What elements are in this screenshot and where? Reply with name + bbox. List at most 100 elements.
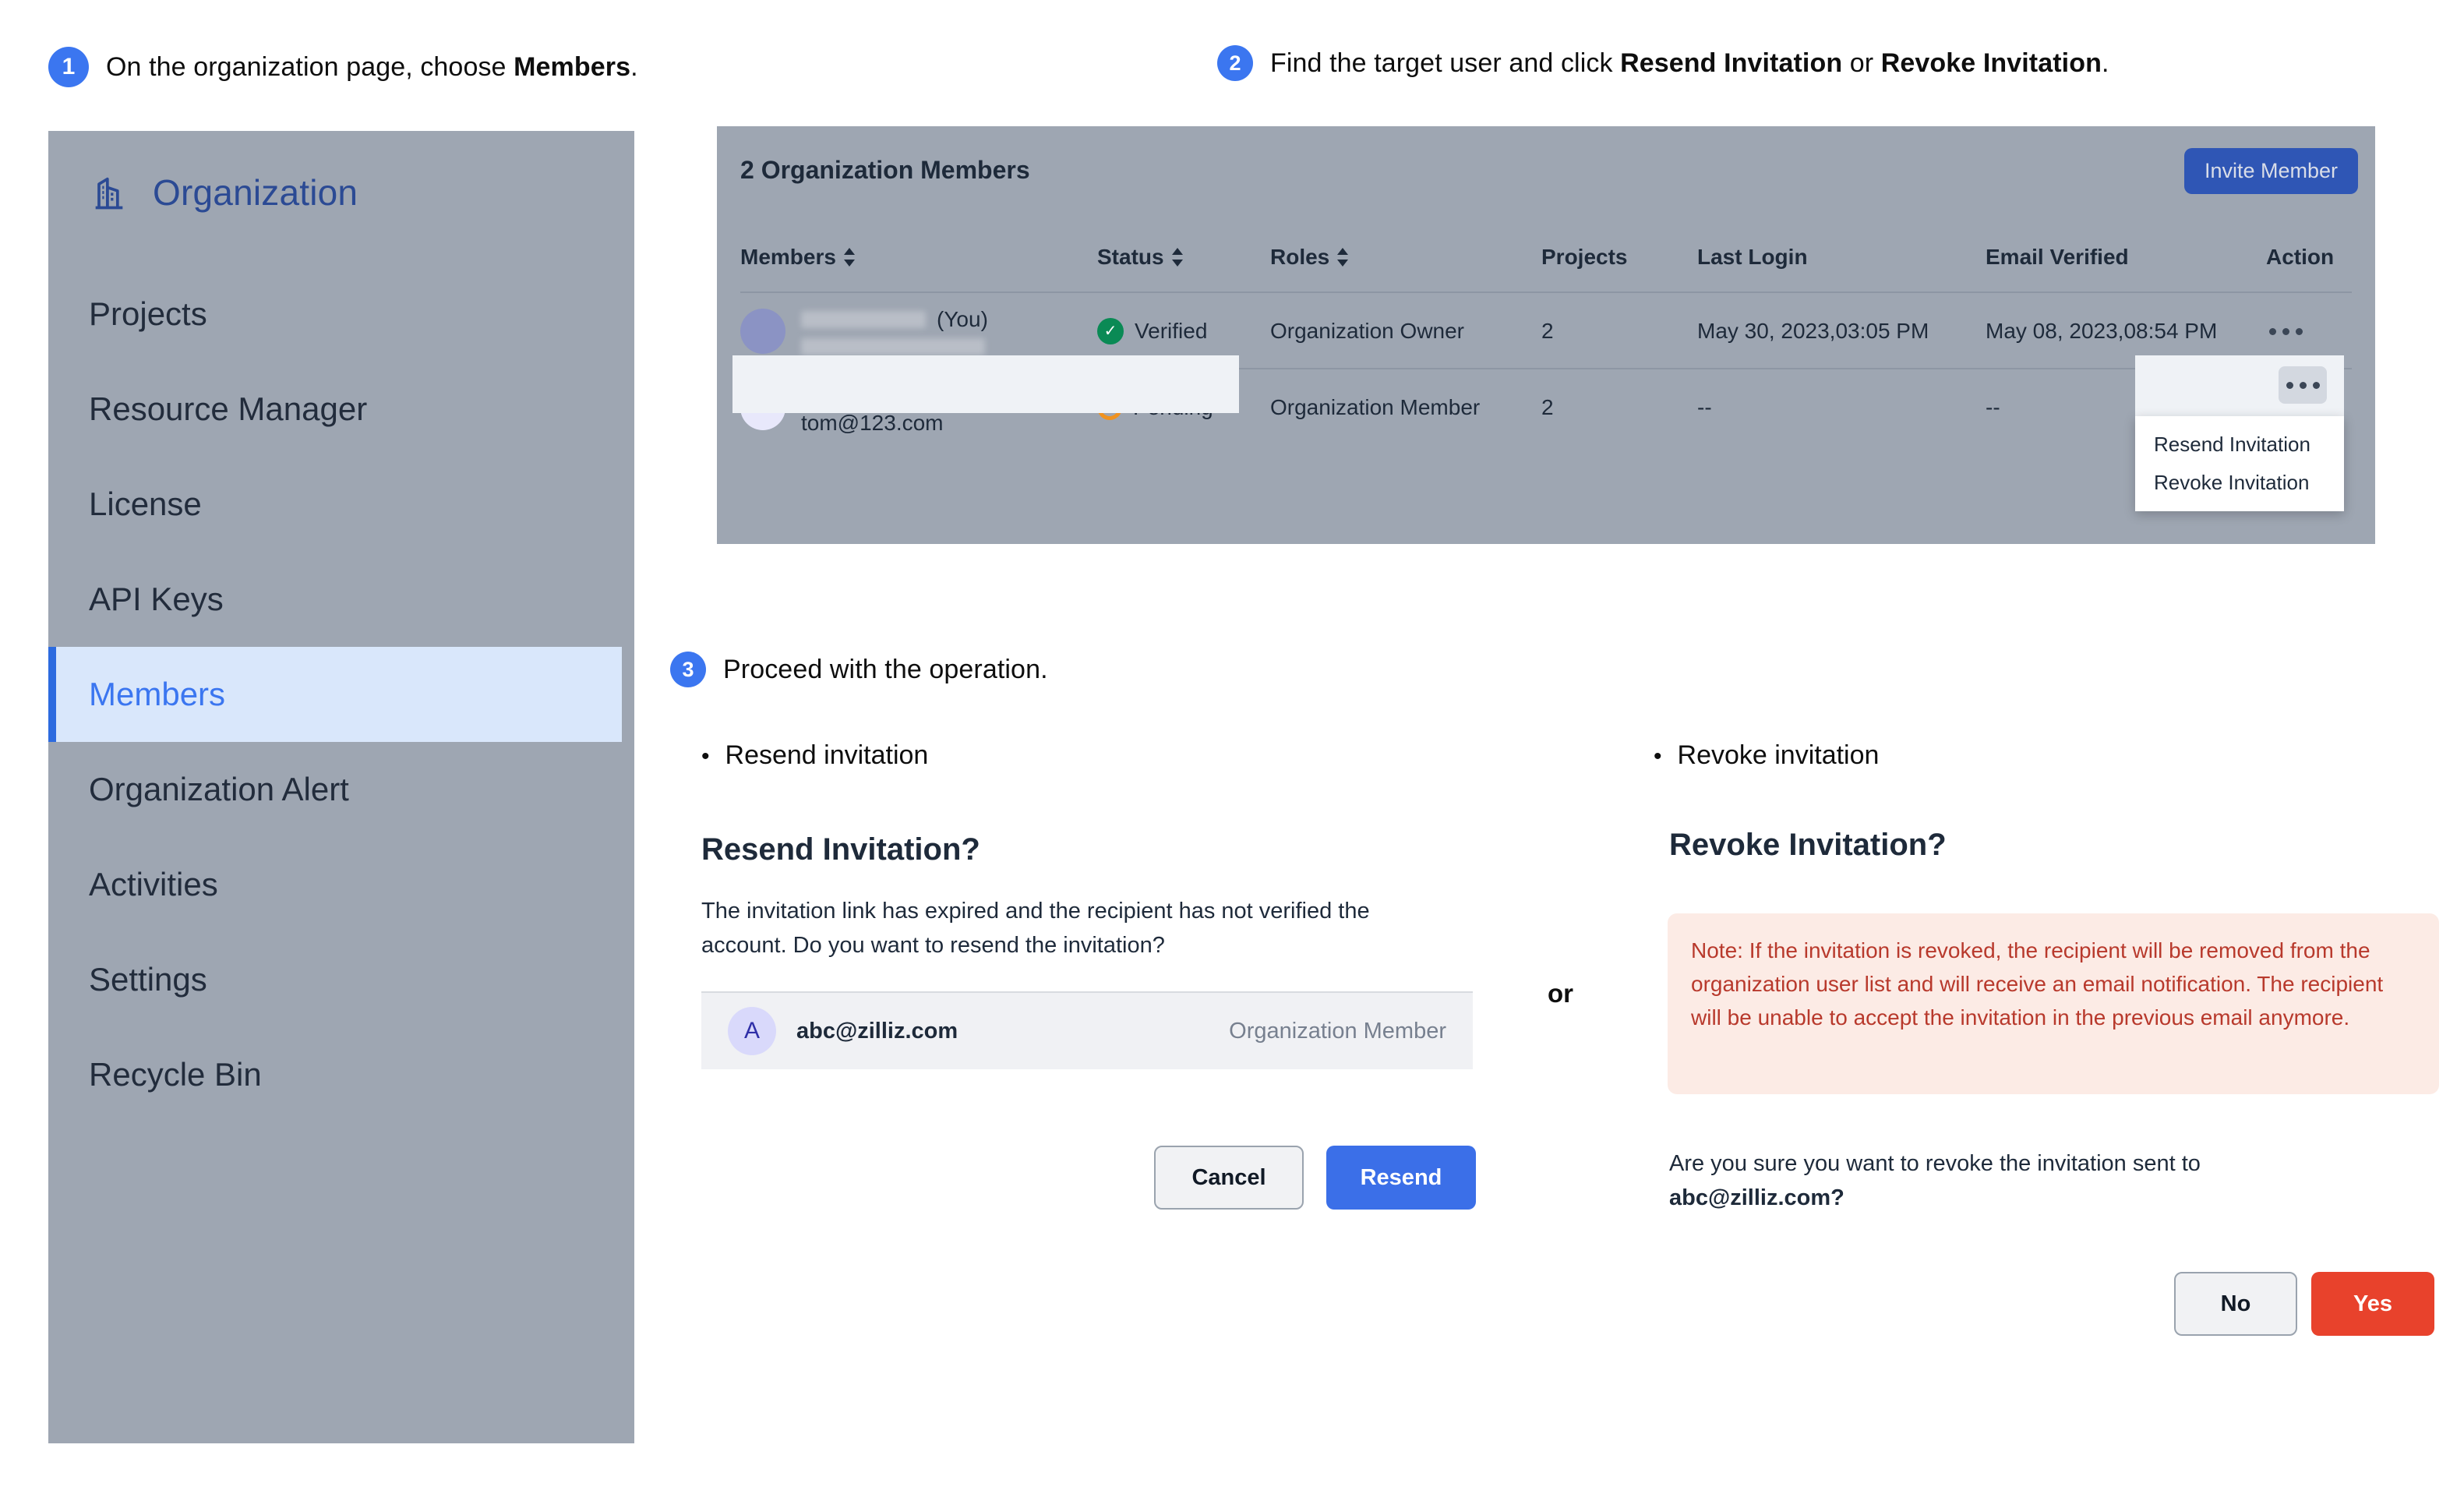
member-name: -- [801, 380, 816, 404]
status-label: Verified [1135, 319, 1208, 343]
revoke-question-line1: Are you sure you want to revoke the invi… [1669, 1151, 2201, 1176]
table-row[interactable]: (You) ✓ Verified Organization Owner 2 Ma… [740, 291, 2352, 368]
pending-spinner-icon [1092, 390, 1128, 426]
page-root: 1 On the organization page, choose Membe… [0, 0, 2464, 1494]
step-1-text-before: On the organization page, choose [106, 51, 514, 82]
blurred-name [801, 311, 926, 328]
revoke-warning-note: Note: If the invitation is revoked, the … [1668, 913, 2439, 1094]
sort-icon-members[interactable] [843, 245, 855, 269]
sidebar-item-recycle-bin[interactable]: Recycle Bin [48, 1027, 634, 1122]
organization-sidebar: Organization Projects Resource Manager L… [48, 131, 634, 1443]
or-separator: or [1548, 979, 1573, 1008]
sidebar-item-settings[interactable]: Settings [48, 932, 634, 1027]
column-header-projects: Projects [1541, 245, 1628, 269]
column-header-members[interactable]: Members [740, 245, 855, 270]
menu-item-resend-invitation[interactable]: Resend Invitation [2135, 426, 2344, 464]
step-2-badge: 2 [1217, 45, 1253, 81]
member-identity: -- tom@123.com [801, 380, 944, 436]
email-verified-cell: -- [1986, 395, 2000, 419]
bullet-revoke-invitation: • Revoke invitation [1654, 740, 1879, 771]
sort-icon-status[interactable] [1171, 245, 1183, 269]
step-1-text-after: . [630, 51, 638, 82]
more-options-icon[interactable] [2261, 313, 2310, 350]
projects-cell: 2 [1541, 395, 1554, 419]
sidebar-item-organization-alert[interactable]: Organization Alert [48, 742, 634, 837]
step-2-bold-resend: Resend Invitation [1620, 48, 1843, 78]
row-actions-dropdown: Resend Invitation Revoke Invitation [2135, 416, 2344, 511]
last-login-cell: May 30, 2023,03:05 PM [1697, 319, 1929, 343]
member-email: tom@123.com [801, 411, 944, 435]
bullet-resend-label: Resend invitation [725, 740, 929, 770]
check-circle-icon: ✓ [1097, 318, 1124, 344]
bullet-revoke-label: Revoke invitation [1677, 740, 1880, 770]
resend-dialog-body: The invitation link has expired and the … [701, 899, 1370, 958]
revoke-question: Are you sure you want to revoke the invi… [1669, 1147, 2441, 1215]
blurred-email [801, 338, 985, 355]
sidebar-item-activities[interactable]: Activities [48, 837, 634, 932]
member-name-row: (You) [801, 307, 988, 332]
table-row[interactable]: - -- tom@123.com Pending Organization Me… [740, 368, 2352, 444]
step-3-badge: 3 [670, 652, 706, 687]
sidebar-nav: Projects Resource Manager License API Ke… [48, 267, 634, 1122]
building-icon [89, 172, 129, 213]
sidebar-item-members[interactable]: Members [48, 647, 622, 742]
avatar: A [728, 1007, 776, 1055]
status-cell-pending: Pending [1092, 369, 1213, 446]
step-2-text-before: Find the target user and click [1270, 48, 1621, 78]
resend-button[interactable]: Resend [1326, 1146, 1476, 1210]
members-count-title: 2 Organization Members [740, 156, 1030, 184]
sidebar-item-projects[interactable]: Projects [48, 267, 634, 362]
step-1-bold: Members [514, 51, 631, 82]
step-2-text: Find the target user and click Resend In… [1270, 48, 2109, 79]
more-options-icon[interactable] [2279, 366, 2327, 404]
revoke-question-email: abc@zilliz.com? [1669, 1185, 1844, 1210]
you-tag: (You) [937, 307, 988, 331]
cancel-button[interactable]: Cancel [1154, 1146, 1304, 1210]
column-label-roles: Roles [1270, 245, 1330, 269]
sort-icon-roles[interactable] [1337, 245, 1349, 269]
member-cell-pending: - -- tom@123.com [740, 369, 944, 446]
sidebar-title: Organization [153, 172, 358, 213]
no-button[interactable]: No [2174, 1272, 2297, 1336]
member-identity: (You) [801, 307, 988, 355]
status-badge: ✓ Verified [1097, 318, 1207, 344]
sidebar-item-resource-manager[interactable]: Resource Manager [48, 362, 634, 457]
column-header-last-login: Last Login [1697, 245, 1808, 269]
step-1-text: On the organization page, choose Members… [106, 52, 638, 83]
column-label-status: Status [1097, 245, 1164, 269]
invite-member-button[interactable]: Invite Member [2183, 148, 2358, 194]
column-label-members: Members [740, 245, 836, 269]
sidebar-item-license[interactable]: License [48, 457, 634, 552]
sidebar-item-api-keys[interactable]: API Keys [48, 552, 634, 647]
members-table-panel: 2 Organization Members Invite Member Mem… [717, 126, 2375, 544]
sidebar-header: Organization [48, 131, 634, 214]
member-cell-owner: (You) [740, 293, 988, 369]
step-2-text-middle: or [1842, 48, 1881, 78]
step-2-header: 2 Find the target user and click Resend … [1217, 45, 2109, 81]
status-label: Pending [1133, 395, 1213, 419]
avatar: - [740, 385, 785, 430]
yes-button[interactable]: Yes [2311, 1272, 2434, 1336]
step-1-header: 1 On the organization page, choose Membe… [48, 47, 638, 87]
column-header-roles[interactable]: Roles [1270, 245, 1349, 270]
bullet-dot-icon: • [1654, 743, 1662, 769]
resend-dialog-title: Resend Invitation? [701, 832, 980, 867]
step-2-bold-revoke: Revoke Invitation [1880, 48, 2102, 78]
projects-cell: 2 [1541, 319, 1554, 343]
revoke-dialog-title: Revoke Invitation? [1669, 828, 1947, 862]
avatar [740, 309, 785, 354]
menu-item-revoke-invitation[interactable]: Revoke Invitation [2135, 464, 2344, 502]
status-cell-verified: ✓ Verified [1097, 293, 1207, 369]
table-body: (You) ✓ Verified Organization Owner 2 Ma… [740, 291, 2352, 444]
column-header-status[interactable]: Status [1097, 245, 1183, 270]
recipient-role: Organization Member [1229, 1018, 1446, 1044]
step-3-header: 3 Proceed with the operation. [670, 652, 1048, 687]
role-cell: Organization Member [1270, 395, 1481, 419]
step-2-text-after: . [2101, 48, 2109, 78]
status-badge: Pending [1092, 390, 1213, 426]
action-cell-highlight [2135, 355, 2344, 416]
bullet-dot-icon: • [701, 743, 710, 769]
bullet-resend-invitation: • Resend invitation [701, 740, 928, 771]
role-cell: Organization Owner [1270, 319, 1465, 343]
column-header-email-verified: Email Verified [1986, 245, 2129, 269]
